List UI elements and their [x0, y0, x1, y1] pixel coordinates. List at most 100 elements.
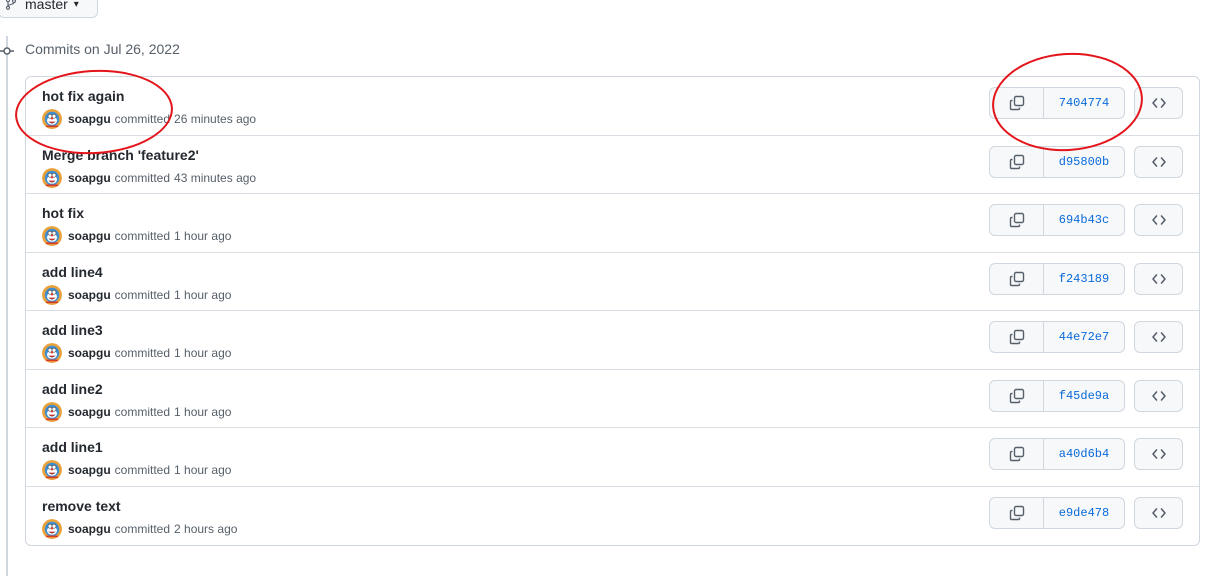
- avatar[interactable]: [42, 226, 62, 246]
- commit-meta: soapgu committed 1 hour ago: [42, 343, 232, 363]
- relative-time: 1 hour ago: [174, 404, 232, 419]
- code-icon: [1151, 95, 1167, 111]
- commit-row: hot fix soapgu committed 1 hour ago 694b…: [26, 194, 1199, 253]
- commit-title-link[interactable]: Merge branch 'feature2': [42, 147, 199, 163]
- commit-verb: committed: [114, 170, 171, 185]
- relative-time: 1 hour ago: [174, 287, 232, 302]
- browse-repo-button[interactable]: [1134, 496, 1183, 529]
- relative-time: 1 hour ago: [174, 229, 232, 243]
- commit-actions: f45de9a: [989, 379, 1125, 412]
- relative-time: 1 hour ago: [174, 463, 232, 477]
- code-icon: [1151, 154, 1167, 170]
- commit-title-link[interactable]: add line4: [42, 264, 103, 280]
- commit-actions: a40d6b4: [989, 438, 1125, 470]
- commit-actions: 694b43c: [989, 204, 1125, 236]
- copy-sha-button[interactable]: [990, 205, 1044, 235]
- commit-meta: soapgu committed 2 hours ago: [42, 518, 237, 539]
- copy-sha-button[interactable]: [990, 380, 1044, 411]
- commit-row: add line2 soapgu committed 1 hour ago f4…: [26, 370, 1199, 428]
- commit-title-link[interactable]: add line2: [42, 381, 103, 397]
- author-link[interactable]: soapgu: [68, 288, 111, 302]
- code-icon: [1151, 505, 1167, 521]
- branch-name: master: [25, 0, 68, 12]
- code-icon: [1151, 212, 1167, 228]
- code-icon: [1151, 446, 1167, 462]
- browse-repo-button[interactable]: [1134, 145, 1183, 178]
- browse-repo-button[interactable]: [1134, 379, 1183, 412]
- branch-selector-button[interactable]: master ▾: [0, 0, 98, 18]
- copy-icon: [1009, 446, 1025, 462]
- avatar[interactable]: [42, 109, 62, 129]
- commit-meta: soapgu committed 1 hour ago: [42, 284, 232, 305]
- code-icon: [1151, 271, 1167, 287]
- author-link[interactable]: soapgu: [68, 405, 111, 419]
- copy-icon: [1009, 388, 1025, 404]
- commit-group-date: Commits on Jul 26, 2022: [25, 41, 180, 57]
- commit-sha-link[interactable]: e9de478: [1044, 498, 1124, 528]
- commit-meta: soapgu committed 1 hour ago: [42, 226, 232, 246]
- avatar[interactable]: [42, 460, 62, 480]
- avatar[interactable]: [42, 167, 62, 188]
- avatar[interactable]: [42, 401, 62, 422]
- commit-actions: 44e72e7: [989, 321, 1125, 353]
- commit-verb: committed: [114, 229, 171, 243]
- commit-title-link[interactable]: hot fix: [42, 205, 84, 221]
- commit-list: hot fix again soapgu committed 26 minute…: [25, 76, 1200, 546]
- browse-repo-button[interactable]: [1134, 87, 1183, 119]
- avatar[interactable]: [42, 518, 62, 539]
- commit-actions: f243189: [989, 262, 1125, 295]
- commit-verb: committed: [114, 463, 171, 477]
- author-link[interactable]: soapgu: [68, 229, 111, 243]
- author-link[interactable]: soapgu: [68, 522, 111, 536]
- relative-time: 26 minutes ago: [174, 112, 257, 126]
- browse-repo-button[interactable]: [1134, 438, 1183, 470]
- commit-title-link[interactable]: add line3: [42, 322, 103, 338]
- commit-verb: committed: [114, 287, 171, 302]
- copy-icon: [1009, 95, 1025, 111]
- author-link[interactable]: soapgu: [68, 171, 111, 185]
- commit-sha-link[interactable]: 7404774: [1044, 88, 1124, 118]
- commit-verb: committed: [114, 404, 171, 419]
- commit-verb: committed: [114, 112, 171, 126]
- copy-sha-button[interactable]: [990, 497, 1044, 528]
- copy-icon: [1009, 212, 1025, 228]
- commit-sha-link[interactable]: a40d6b4: [1044, 439, 1124, 469]
- commit-sha-link[interactable]: 694b43c: [1044, 205, 1124, 235]
- commit-verb: committed: [114, 521, 171, 536]
- browse-repo-button[interactable]: [1134, 262, 1183, 295]
- author-link[interactable]: soapgu: [68, 346, 111, 360]
- commit-title-link[interactable]: add line1: [42, 439, 103, 455]
- browse-repo-button[interactable]: [1134, 204, 1183, 236]
- relative-time: 1 hour ago: [174, 346, 232, 360]
- author-link[interactable]: soapgu: [68, 112, 111, 126]
- author-link[interactable]: soapgu: [68, 463, 111, 477]
- git-commit-icon: [0, 47, 14, 55]
- avatar[interactable]: [42, 284, 62, 305]
- commit-sha-link[interactable]: 44e72e7: [1044, 322, 1124, 352]
- commit-row: remove text soapgu committed 2 hours ago…: [26, 487, 1199, 546]
- relative-time: 43 minutes ago: [174, 170, 257, 185]
- copy-sha-button[interactable]: [990, 88, 1044, 118]
- commit-meta: soapgu committed 26 minutes ago: [42, 109, 257, 129]
- copy-sha-button[interactable]: [990, 322, 1044, 352]
- browse-repo-button[interactable]: [1134, 321, 1183, 353]
- commit-row: add line3 soapgu committed 1 hour ago 44…: [26, 311, 1199, 370]
- copy-icon: [1009, 271, 1025, 287]
- commit-actions: 7404774: [989, 87, 1125, 119]
- commit-title-link[interactable]: remove text: [42, 498, 121, 514]
- commit-title-link[interactable]: hot fix again: [42, 88, 124, 104]
- commit-meta: soapgu committed 1 hour ago: [42, 460, 232, 480]
- git-branch-icon: [5, 0, 17, 10]
- copy-icon: [1009, 154, 1025, 170]
- copy-sha-button[interactable]: [990, 263, 1044, 294]
- code-icon: [1151, 329, 1167, 345]
- commit-sha-link[interactable]: d95800b: [1044, 147, 1124, 177]
- avatar[interactable]: [42, 343, 62, 363]
- copy-sha-button[interactable]: [990, 439, 1044, 469]
- commit-actions: e9de478: [989, 496, 1125, 529]
- code-icon: [1151, 388, 1167, 404]
- copy-sha-button[interactable]: [990, 146, 1044, 177]
- copy-icon: [1009, 329, 1025, 345]
- commit-sha-link[interactable]: f243189: [1044, 264, 1124, 294]
- commit-sha-link[interactable]: f45de9a: [1044, 381, 1124, 411]
